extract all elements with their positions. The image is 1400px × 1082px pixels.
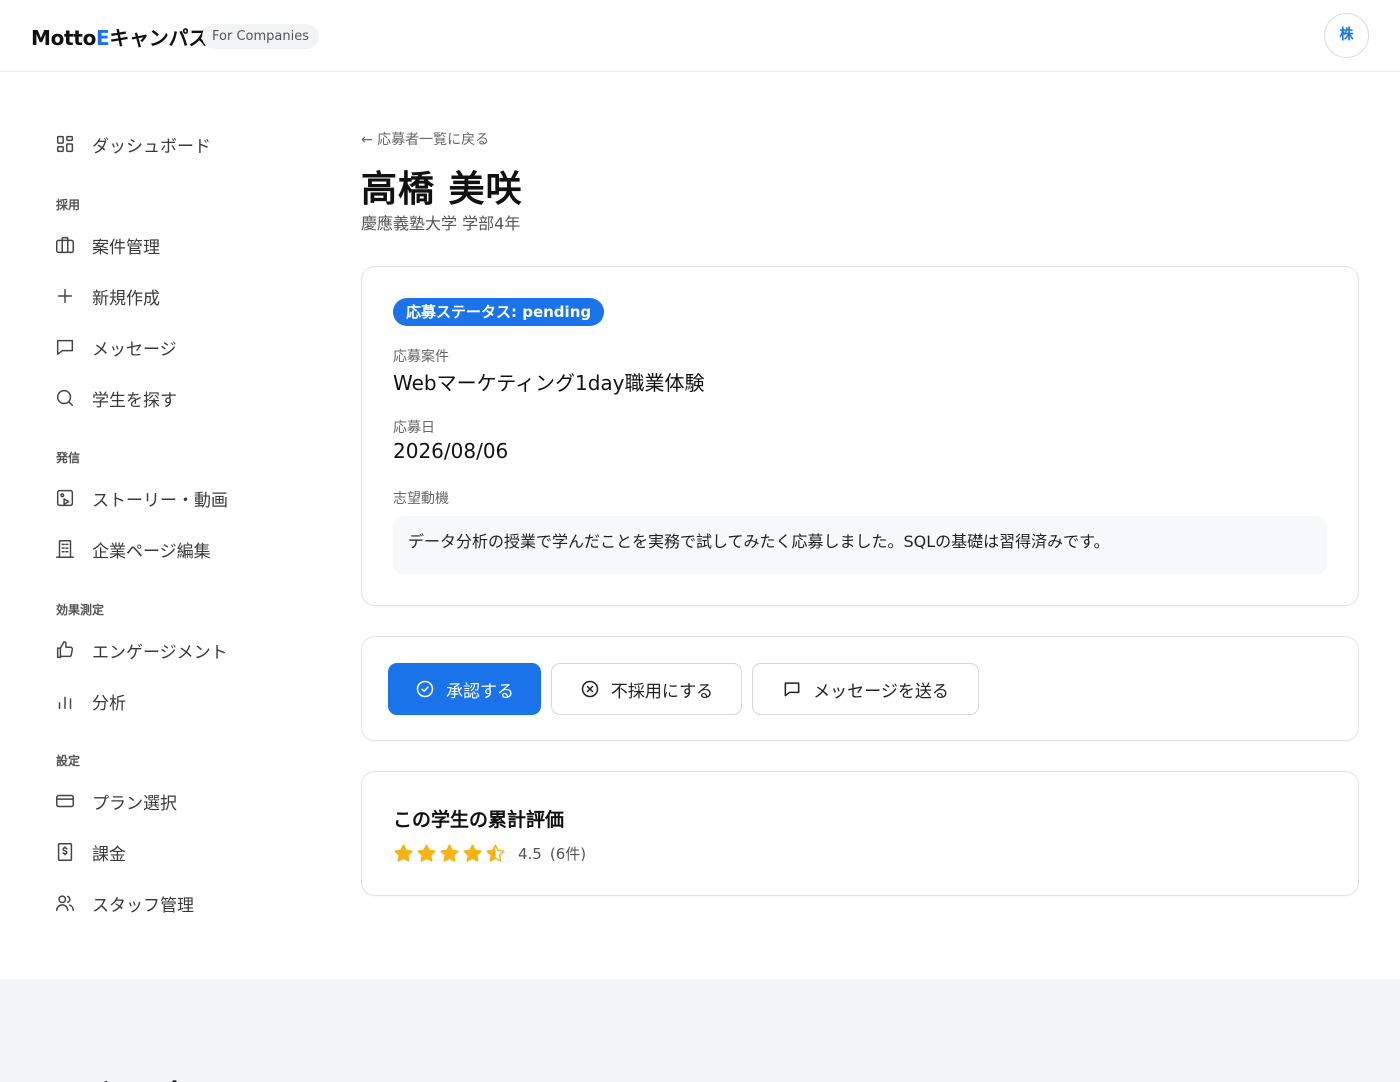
check-circle-icon <box>416 680 434 698</box>
sidebar-item-engagement[interactable]: エンゲージメント <box>54 635 228 665</box>
plus-icon <box>57 288 73 304</box>
reject-button-label: 不採用にする <box>610 681 714 702</box>
message-square-icon <box>784 682 800 697</box>
sidebar-item-label: スタッフ管理 <box>92 895 194 916</box>
footer-logo[interactable]: Mottoキャンパス <box>31 1074 198 1082</box>
applicant-school: 慶應義塾大学 学部4年 <box>361 214 521 233</box>
message-square-icon <box>56 339 74 356</box>
sidebar-item-dashboard[interactable]: ダッシュボード <box>54 129 211 159</box>
sidebar-item-find-students[interactable]: 学生を探す <box>54 383 177 413</box>
receipt-dollar-icon <box>57 843 73 861</box>
thumbs-up-icon <box>56 641 74 659</box>
actions-card: 承認する 不採用にする メッセージを送る <box>361 636 1359 741</box>
section-label-measure: 効果測定 <box>56 603 105 617</box>
sidebar-item-label: エンゲージメント <box>92 642 228 663</box>
sidebar-item-billing[interactable]: 課金 <box>54 837 126 867</box>
star-full-icon <box>394 844 413 862</box>
send-message-button-label: メッセージを送る <box>813 681 949 702</box>
sidebar-item-label: 新規作成 <box>92 288 160 309</box>
sidebar-item-staff[interactable]: スタッフ管理 <box>54 888 194 918</box>
briefcase-icon <box>56 236 74 254</box>
rating-count: (6件) <box>549 845 587 863</box>
section-label-publish: 発信 <box>56 451 81 465</box>
sidebar-item-jobs[interactable]: 案件管理 <box>54 230 160 260</box>
date-label: 応募日 <box>393 420 435 436</box>
sidebar-item-label: 学生を探す <box>92 390 177 411</box>
sidebar-item-label: 課金 <box>92 844 126 865</box>
application-details-card: 応募ステータス: pending 応募案件 Webマーケティング1day職業体験… <box>361 266 1359 606</box>
page-footer: Mottoキャンパス <box>0 979 1400 1082</box>
section-label-settings: 設定 <box>56 754 81 768</box>
sidebar-item-messages[interactable]: メッセージ <box>54 332 177 362</box>
sidebar-item-label: メッセージ <box>92 339 177 360</box>
company-avatar-button[interactable]: 株 <box>1324 13 1369 58</box>
star-full-icon <box>440 844 459 862</box>
star-half-icon <box>486 844 505 862</box>
credit-card-icon <box>56 794 74 808</box>
sidebar-item-label: 案件管理 <box>92 237 160 258</box>
sidebar-item-label: 分析 <box>92 693 126 714</box>
x-circle-icon <box>581 680 599 698</box>
sidebar-item-label: ダッシュボード <box>92 136 211 157</box>
approve-button-label: 承認する <box>446 681 514 702</box>
rating-card: この学生の累計評価 4.5 (6件) <box>361 771 1359 896</box>
users-icon <box>56 895 74 912</box>
for-companies-badge: For Companies <box>202 24 319 49</box>
motivation-text: データ分析の授業で学んだことを実務で試してみたく応募しました。SQLの基礎は習得… <box>393 516 1327 574</box>
job-value: Webマーケティング1day職業体験 <box>393 371 705 395</box>
grid-icon <box>56 135 74 153</box>
reject-button[interactable]: 不採用にする <box>551 663 742 715</box>
job-label: 応募案件 <box>393 349 449 365</box>
approve-button[interactable]: 承認する <box>388 663 541 715</box>
search-icon <box>56 389 74 407</box>
rating-stars: 4.5 (6件) <box>393 843 586 864</box>
building-icon <box>56 540 74 558</box>
sidebar-item-plan[interactable]: プラン選択 <box>54 786 177 816</box>
applicant-name: 高橋 美咲 <box>361 169 523 210</box>
back-to-applicants-link[interactable]: ← 応募者一覧に戻る <box>361 129 489 149</box>
top-header: MottoEキャンパス For Companies 株 <box>0 0 1400 72</box>
sidebar-item-company-page[interactable]: 企業ページ編集 <box>54 534 211 564</box>
image-play-icon <box>56 489 74 507</box>
sidebar-item-label: ストーリー・動画 <box>92 490 228 511</box>
send-message-button[interactable]: メッセージを送る <box>752 663 979 715</box>
star-full-icon <box>417 844 436 862</box>
sidebar-item-stories[interactable]: ストーリー・動画 <box>54 483 228 513</box>
sidebar-item-label: プラン選択 <box>92 793 177 814</box>
motivation-label: 志望動機 <box>393 491 449 507</box>
sidebar-item-new[interactable]: 新規作成 <box>54 281 160 311</box>
bar-chart-icon <box>58 696 72 710</box>
app-logo[interactable]: MottoEキャンパス <box>31 22 208 51</box>
date-value: 2026/08/06 <box>393 439 509 463</box>
rating-value: 4.5 <box>518 844 542 863</box>
star-full-icon <box>463 844 482 862</box>
section-label-recruit: 採用 <box>56 198 81 212</box>
sidebar-item-analytics[interactable]: 分析 <box>54 686 126 716</box>
status-badge: 応募ステータス: pending <box>393 298 605 326</box>
rating-title: この学生の累計評価 <box>393 809 565 831</box>
sidebar-item-label: 企業ページ編集 <box>92 541 211 562</box>
